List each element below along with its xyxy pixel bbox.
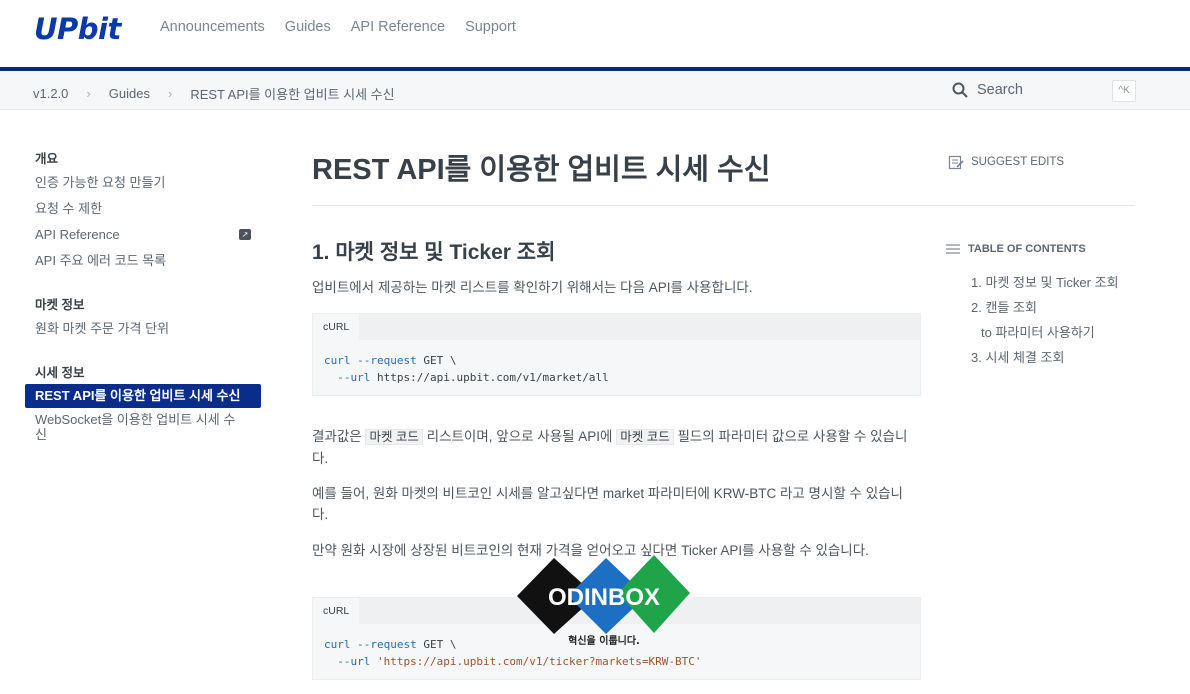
- top-header: UPbit Announcements Guides API Reference…: [0, 0, 1190, 67]
- odinbox-watermark: ODINBOX 혁신을 이룹니다.: [514, 553, 694, 653]
- paragraph: 결과값은 마켓 코드 리스트이며, 앞으로 사용될 API에 마켓 코드 필드의…: [312, 429, 908, 466]
- table-of-contents: 1. 마켓 정보 및 Ticker 조회 2. 캔들 조회 to 파라미터 사용…: [971, 273, 1119, 373]
- nav-guides[interactable]: Guides: [285, 19, 331, 35]
- code-tab-curl[interactable]: cURL: [313, 314, 360, 340]
- sidebar-item-api-reference[interactable]: API Reference ↗: [25, 222, 261, 248]
- watermark-tagline: 혁신을 이룹니다.: [568, 634, 640, 647]
- breadcrumb-current: REST API를 이용한 업비트 시세 수신: [190, 87, 395, 102]
- search-label: Search: [977, 82, 1023, 98]
- breadcrumb-guides[interactable]: Guides: [109, 86, 150, 101]
- chevron-right-icon: ›: [86, 86, 91, 101]
- edit-icon: [948, 155, 964, 170]
- page-title: REST API를 이용한 업비트 시세 수신: [312, 154, 771, 186]
- section-heading: 1. 마켓 정보 및 Ticker 조회: [312, 241, 556, 264]
- sidebar-section-title: 개요: [35, 152, 59, 166]
- toc-item[interactable]: 1. 마켓 정보 및 Ticker 조회: [971, 273, 1119, 298]
- search-button[interactable]: Search: [952, 82, 1023, 98]
- inline-code: 마켓 코드: [365, 429, 423, 445]
- search-icon: [952, 82, 968, 98]
- sidebar-item-auth-requests[interactable]: 인증 가능한 요청 만들기: [25, 170, 261, 196]
- breadcrumb-version[interactable]: v1.2.0: [33, 86, 68, 101]
- upbit-logo[interactable]: UPbit: [34, 12, 121, 46]
- sidebar-item-rate-limit[interactable]: 요청 수 제한: [25, 196, 261, 222]
- nav-support[interactable]: Support: [465, 19, 516, 35]
- sidebar-item-label: API Reference: [35, 227, 120, 242]
- suggest-edits-button[interactable]: SUGGEST EDITS: [948, 154, 1064, 170]
- suggest-edits-label: SUGGEST EDITS: [971, 156, 1065, 168]
- toc-header: TABLE OF CONTENTS: [946, 243, 1086, 255]
- watermark-brand: ODINBOX: [548, 584, 660, 611]
- toc-title: TABLE OF CONTENTS: [968, 243, 1086, 255]
- title-divider: [312, 205, 1135, 206]
- sidebar-item-error-codes[interactable]: API 주요 에러 코드 목록: [25, 248, 261, 274]
- toc-item[interactable]: 2. 캔들 조회: [971, 298, 1119, 323]
- nav-announcements[interactable]: Announcements: [160, 19, 265, 35]
- code-tabs: cURL: [313, 314, 920, 340]
- list-icon: [946, 244, 960, 254]
- code-block: cURL curl --request GET \ --url https://…: [312, 313, 921, 396]
- search-shortcut-badge: ^K: [1112, 80, 1136, 102]
- external-link-icon: ↗: [239, 229, 251, 240]
- toc-item[interactable]: 3. 시세 체결 조회: [971, 348, 1119, 373]
- code-tab-curl[interactable]: cURL: [313, 598, 360, 624]
- sidebar-item-krw-price-unit[interactable]: 원화 마켓 주문 가격 단위: [25, 316, 261, 342]
- inline-code: 마켓 코드: [616, 429, 674, 445]
- chevron-right-icon: ›: [167, 86, 173, 101]
- paragraph: 예를 들어, 원화 마켓의 비트코인 시세를 알고싶다면 market 파라미터…: [312, 486, 903, 522]
- top-nav: Announcements Guides API Reference Suppo…: [160, 19, 516, 35]
- breadcrumb: v1.2.0 › Guides › REST API를 이용한 업비트 시세 수…: [33, 84, 395, 103]
- sidebar-section-title: 마켓 정보: [35, 298, 85, 312]
- sidebar-item-websocket-quotes[interactable]: WebSocket을 이용한 업비트 시세 수신: [25, 408, 251, 442]
- subheader-bar: v1.2.0 › Guides › REST API를 이용한 업비트 시세 수…: [0, 71, 1190, 110]
- sidebar-item-rest-api-quotes[interactable]: REST API를 이용한 업비트 시세 수신: [25, 384, 261, 408]
- sidebar-section-title: 시세 정보: [35, 366, 85, 380]
- paragraph: 업비트에서 제공하는 마켓 리스트를 확인하기 위해서는 다음 API를 사용합…: [312, 280, 753, 295]
- nav-api-reference[interactable]: API Reference: [351, 19, 445, 35]
- code-content: curl --request GET \ --url https://api.u…: [324, 354, 609, 384]
- toc-item[interactable]: to 파라미터 사용하기: [971, 323, 1119, 348]
- sidebar: 개요 인증 가능한 요청 만들기 요청 수 제한 API Reference ↗…: [25, 148, 261, 442]
